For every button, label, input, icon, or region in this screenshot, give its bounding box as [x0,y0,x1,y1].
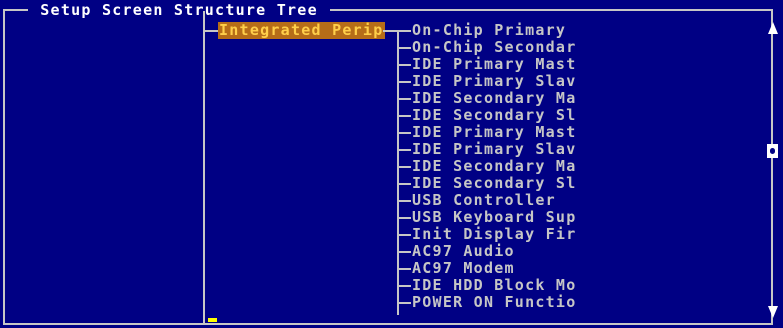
tree-node[interactable]: POWER ON Functio [399,294,577,311]
tree-node[interactable]: USB Controller [399,192,577,209]
bios-setup-screen: Setup Screen Structure Tree Integrated P… [0,0,783,328]
frame-title: Setup Screen Structure Tree [28,1,331,19]
tree-trunk-line [203,11,205,323]
tree-node[interactable]: IDE Secondary Sl [399,107,577,124]
tree-node[interactable]: On-Chip Primary [399,22,577,39]
tree-node[interactable]: AC97 Modem [399,260,577,277]
tree-node[interactable]: USB Keyboard Sup [399,209,577,226]
structure-tree-frame [3,9,773,325]
tree-node[interactable]: IDE Secondary Ma [399,90,577,107]
vertical-scrollbar[interactable] [767,22,779,318]
tree-branch-selected [203,30,218,32]
tree-node[interactable]: IDE Primary Mast [399,56,577,73]
tree-node[interactable]: IDE Primary Slav [399,73,577,90]
tree-children-list: On-Chip Primary On-Chip Secondar IDE Pri… [399,22,577,311]
tree-node[interactable]: Init Display Fir [399,226,577,243]
arrow-up-icon[interactable] [768,22,778,34]
scroll-thumb-icon[interactable] [767,144,778,158]
tree-node[interactable]: On-Chip Secondar [399,39,577,56]
text-cursor [208,318,217,322]
tree-node[interactable]: IDE Primary Slav [399,141,577,158]
tree-node-integrated-peripherals[interactable]: Integrated Perip [218,22,385,39]
tree-node[interactable]: IDE HDD Block Mo [399,277,577,294]
tree-node[interactable]: AC97 Audio [399,243,577,260]
tree-node[interactable]: IDE Primary Mast [399,124,577,141]
arrow-down-icon[interactable] [768,306,778,318]
tree-node[interactable]: IDE Secondary Sl [399,175,577,192]
tree-node[interactable]: IDE Secondary Ma [399,158,577,175]
